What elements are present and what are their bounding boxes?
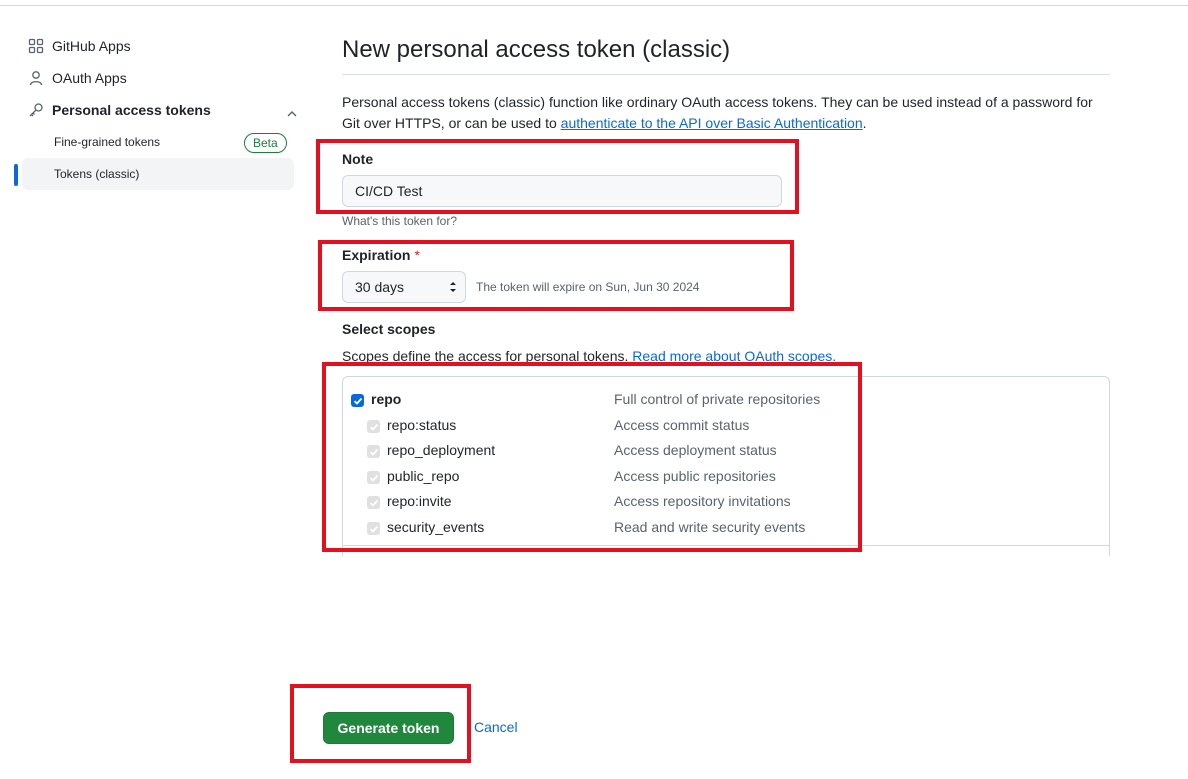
top-divider	[0, 5, 1188, 6]
sidebar-item-personal-access-tokens[interactable]: Personal access tokens	[28, 102, 298, 120]
highlight-box-generate	[290, 684, 471, 763]
cancel-link[interactable]: Cancel	[474, 719, 518, 735]
beta-badge: Beta	[244, 133, 287, 153]
scopes-label: Select scopes	[342, 321, 436, 337]
note-hint: What's this token for?	[342, 214, 458, 228]
highlight-box-scopes	[322, 362, 862, 552]
sidebar-item-label: OAuth Apps	[52, 70, 127, 86]
sidebar-subitem-tokens-classic[interactable]: Tokens (classic)	[54, 167, 139, 181]
person-icon	[28, 70, 44, 86]
page-title: New personal access token (classic)	[342, 36, 731, 63]
chevron-up-icon[interactable]	[286, 108, 298, 120]
highlight-box-note	[316, 139, 799, 214]
description-end: .	[862, 115, 867, 131]
sidebar-item-github-apps[interactable]: GitHub Apps	[28, 38, 131, 54]
basic-auth-link[interactable]: authenticate to the API over Basic Authe…	[561, 115, 863, 131]
sidebar-item-label: Personal access tokens	[52, 102, 211, 118]
sidebar-subitem-label: Fine-grained tokens	[54, 135, 161, 149]
key-icon	[28, 102, 44, 118]
sidebar-item-label: GitHub Apps	[52, 38, 131, 54]
sidebar-subitem-label: Tokens (classic)	[54, 167, 140, 181]
page-description: Personal access tokens (classic) functio…	[342, 92, 1112, 134]
highlight-box-expiration	[318, 240, 794, 311]
title-divider	[342, 74, 1110, 75]
sidebar-item-oauth-apps[interactable]: OAuth Apps	[28, 70, 127, 86]
active-indicator	[14, 164, 18, 186]
sidebar-subitem-fine-grained-tokens[interactable]: Fine-grained tokens Beta	[54, 133, 304, 153]
apps-grid-icon	[28, 38, 44, 54]
